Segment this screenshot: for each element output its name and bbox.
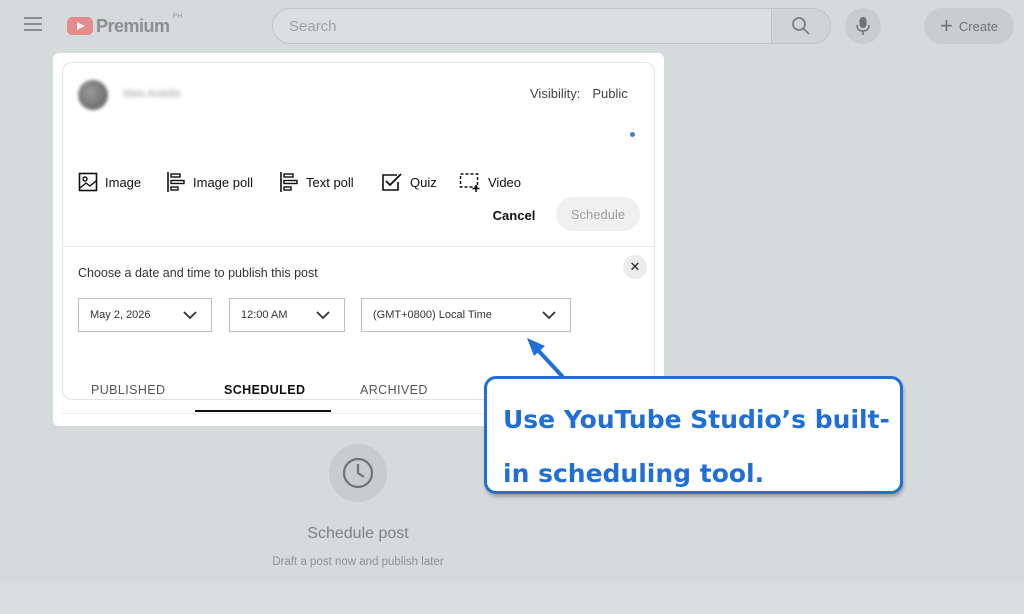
time-value: 12:00 AM bbox=[241, 309, 288, 321]
voice-search-button[interactable] bbox=[845, 8, 881, 44]
image-icon bbox=[78, 172, 98, 192]
schedule-heading: Choose a date and time to publish this p… bbox=[78, 266, 318, 280]
active-tab-indicator bbox=[195, 410, 331, 412]
tab-scheduled[interactable]: SCHEDULED bbox=[224, 383, 305, 397]
date-value: May 2, 2026 bbox=[90, 309, 151, 321]
date-dropdown[interactable]: May 2, 2026 bbox=[78, 298, 212, 332]
tab-published[interactable]: PUBLISHED bbox=[91, 383, 165, 397]
logo-country-code: PH bbox=[172, 13, 183, 20]
timezone-value: (GMT+0800) Local Time bbox=[373, 309, 492, 321]
create-label: Create bbox=[958, 18, 998, 34]
divider bbox=[63, 246, 654, 247]
author-name: Wes Antello bbox=[123, 88, 181, 100]
menu-icon[interactable] bbox=[24, 17, 42, 31]
video-add-icon bbox=[459, 173, 480, 192]
close-icon: ✕ bbox=[629, 259, 641, 274]
search-button[interactable] bbox=[771, 8, 831, 44]
search-input[interactable] bbox=[273, 9, 772, 43]
search-box bbox=[272, 8, 772, 44]
create-post-dialog: Wes Antello Visibility: Public Image Imag… bbox=[53, 53, 664, 426]
microphone-icon bbox=[856, 17, 870, 35]
image-poll-icon bbox=[167, 172, 185, 192]
callout-arrow bbox=[527, 338, 564, 378]
timezone-dropdown[interactable]: (GMT+0800) Local Time bbox=[361, 298, 571, 332]
quiz-button[interactable]: Quiz bbox=[381, 171, 437, 193]
schedule-button[interactable]: Schedule bbox=[556, 197, 640, 231]
chevron-down-icon bbox=[316, 311, 330, 320]
image-poll-label: Image poll bbox=[193, 174, 253, 190]
logo-text: Premium bbox=[96, 15, 170, 36]
visibility-label: Visibility: bbox=[530, 86, 581, 101]
youtube-play-icon bbox=[67, 17, 93, 35]
plus-icon: + bbox=[940, 13, 953, 38]
close-schedule-button[interactable]: ✕ bbox=[623, 255, 647, 279]
chevron-down-icon bbox=[542, 311, 556, 320]
empty-state-title: Schedule post bbox=[307, 525, 409, 542]
top-bar: Premium PH + Create bbox=[0, 0, 1024, 52]
visibility-value: Public bbox=[592, 86, 628, 101]
youtube-premium-logo[interactable]: Premium PH bbox=[67, 13, 183, 37]
schedule-clock-icon bbox=[329, 444, 387, 502]
image-poll-button[interactable]: Image poll bbox=[166, 171, 253, 193]
video-attachment-label: Video bbox=[488, 174, 522, 190]
status-dot bbox=[630, 132, 635, 137]
time-dropdown[interactable]: 12:00 AM bbox=[229, 298, 345, 332]
text-poll-button[interactable]: Text poll bbox=[279, 171, 354, 193]
empty-state-subtitle: Draft a post now and publish later bbox=[272, 556, 444, 568]
tab-archived[interactable]: ARCHIVED bbox=[360, 383, 428, 397]
callout-text: Use YouTube Studio’s built-in scheduling… bbox=[503, 405, 890, 488]
text-poll-label: Text poll bbox=[306, 174, 354, 190]
bottom-band bbox=[0, 583, 1024, 614]
chevron-down-icon bbox=[183, 311, 197, 320]
visibility-selector[interactable]: Visibility: Public bbox=[530, 86, 628, 101]
annotation-callout: Use YouTube Studio’s built-in scheduling… bbox=[484, 376, 903, 494]
avatar[interactable] bbox=[78, 80, 108, 110]
create-button[interactable]: + Create bbox=[924, 8, 1014, 44]
video-attachment-button[interactable]: Video bbox=[459, 171, 521, 193]
image-attachment-label: Image bbox=[105, 174, 142, 190]
text-poll-icon bbox=[280, 172, 298, 192]
quiz-label: Quiz bbox=[410, 174, 437, 190]
checkbox-icon bbox=[382, 173, 402, 191]
image-attachment-button[interactable]: Image bbox=[78, 171, 141, 193]
search-icon bbox=[792, 17, 810, 35]
cancel-button[interactable]: Cancel bbox=[483, 200, 545, 230]
